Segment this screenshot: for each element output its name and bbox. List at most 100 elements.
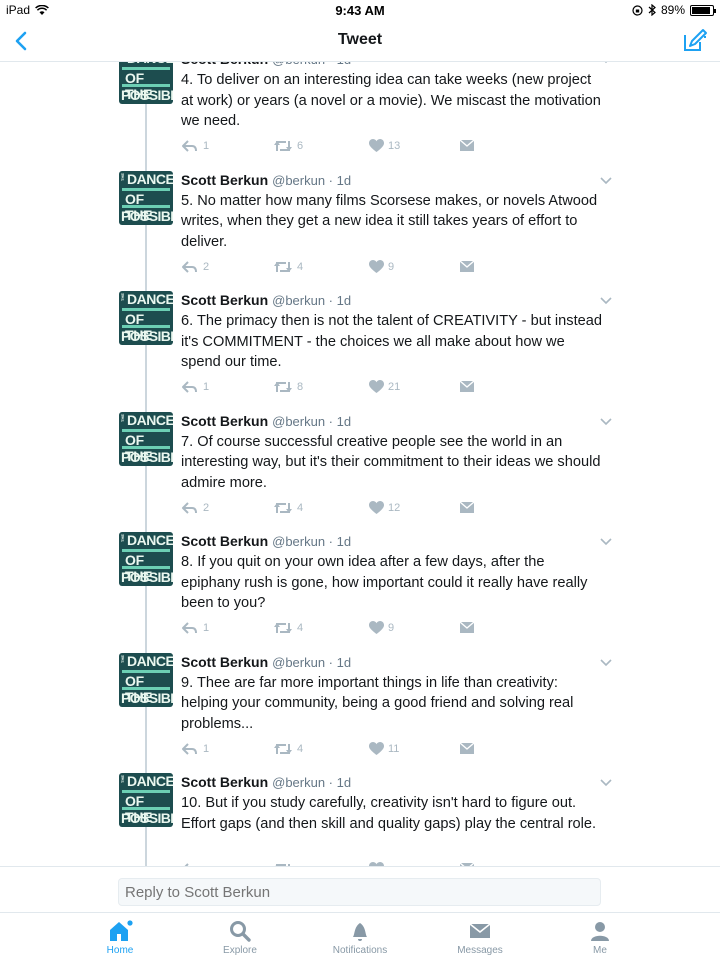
reply-input[interactable]	[118, 878, 601, 906]
tweet-actions: 2 4 9	[181, 259, 481, 276]
chevron-down-icon	[600, 538, 612, 546]
tweet-thread[interactable]: THEDANCEOF THEPOSSIBLEScott Berkun@berku…	[0, 62, 720, 866]
direct-message-button[interactable]	[459, 380, 475, 393]
direct-message-button[interactable]	[459, 500, 475, 514]
avatar[interactable]: THEDANCEOF THEPOSSIBLE	[119, 652, 173, 707]
tab-me[interactable]: Me	[555, 919, 645, 956]
retweet-icon	[274, 261, 292, 272]
tweet[interactable]: THEDANCEOF THEPOSSIBLE Scott Berkun@berku…	[0, 411, 720, 533]
tweet-options-button[interactable]	[599, 655, 613, 669]
retweet-button[interactable]: 4	[273, 621, 303, 635]
tweet-options-button[interactable]	[599, 293, 613, 307]
tweet[interactable]: THEDANCEOF THEPOSSIBLE Scott Berkun@berku…	[0, 652, 720, 774]
compose-button[interactable]	[682, 28, 708, 54]
tab-explore[interactable]: Explore	[195, 919, 285, 956]
reply-button[interactable]: 1	[181, 380, 209, 394]
like-count: 21	[388, 381, 401, 393]
envelope-icon	[469, 923, 491, 938]
author-name[interactable]: Scott Berkun	[181, 62, 268, 67]
author-name[interactable]: Scott Berkun	[181, 172, 268, 188]
retweet-button[interactable]: 4	[273, 501, 303, 515]
tweet-options-button[interactable]	[599, 775, 613, 789]
like-button[interactable]: 21	[369, 380, 400, 394]
direct-message-icon	[459, 380, 475, 392]
tab-label: Explore	[223, 945, 257, 956]
tweet-options-button[interactable]	[599, 62, 613, 66]
author-name[interactable]: Scott Berkun	[181, 533, 268, 549]
heart-icon	[369, 139, 384, 152]
tab-label: Notifications	[332, 945, 388, 956]
avatar-logo-dance: DANCE	[127, 62, 173, 66]
tweet-header: Scott Berkun@berkun · 1d	[181, 653, 613, 672]
avatar[interactable]: THEDANCEOF THEPOSSIBLE	[119, 291, 173, 345]
tweet-options-button[interactable]	[599, 173, 613, 187]
reply-count: 1	[203, 381, 210, 393]
tweet-options-button[interactable]	[599, 534, 613, 548]
retweet-button[interactable]: 8	[273, 380, 303, 394]
direct-message-button[interactable]	[459, 139, 475, 152]
avatar[interactable]: THEDANCEOF THEPOSSIBLE	[119, 170, 173, 225]
reply-button[interactable]: 1	[181, 139, 209, 153]
retweet-button[interactable]: 4	[273, 742, 303, 756]
bell-icon	[353, 923, 367, 941]
like-button[interactable]: 11	[369, 741, 400, 756]
tweet[interactable]: THEDANCEOF THEPOSSIBLE Scott Berkun@berku…	[0, 170, 720, 292]
direct-message-button[interactable]	[459, 621, 475, 634]
author-name[interactable]: Scott Berkun	[181, 413, 268, 429]
like-count: 11	[388, 742, 400, 755]
tweet-body: Scott Berkun @berkun · 1d 4. To deliver on…	[181, 62, 613, 152]
tweet[interactable]: THEDANCEOF THEPOSSIBLEScott Berkun@berku…	[0, 773, 720, 866]
tab-messages[interactable]: Messages	[435, 919, 525, 956]
reply-icon	[182, 622, 197, 634]
direct-message-icon	[459, 621, 475, 633]
tweet-text: 10. But if you study carefully, creativi…	[181, 795, 597, 832]
like-button[interactable]: 9	[369, 621, 394, 635]
retweet-count: 4	[297, 260, 304, 273]
tweet-options-button[interactable]	[599, 414, 613, 428]
avatar[interactable]: THEDANCEOF THEPOSSIBLE	[119, 62, 173, 104]
retweet-button[interactable]: 4	[273, 260, 303, 274]
like-button[interactable]: 12	[369, 500, 400, 515]
orientation-lock-icon	[632, 4, 643, 16]
direct-message-button[interactable]	[459, 259, 475, 273]
author-handle-time: @berkun · 1d	[272, 172, 352, 188]
retweet-icon	[274, 502, 292, 513]
direct-message-icon	[459, 500, 475, 513]
chevron-down-icon	[604, 62, 608, 64]
retweet-button[interactable]: 6	[273, 139, 303, 153]
tab-label: Messages	[457, 945, 503, 956]
reply-button[interactable]: 1	[181, 742, 209, 756]
tab-notifications[interactable]: Notifications	[315, 919, 405, 956]
status-bar: iPad 9:43 AM 89%	[0, 0, 720, 20]
tweet[interactable]: THEDANCEOF THEPOSSIBLEScott Berkun@berku…	[0, 62, 720, 171]
reply-button[interactable]: 1	[181, 621, 209, 635]
heart-icon	[369, 621, 384, 634]
direct-message-icon	[459, 741, 475, 754]
author-name[interactable]: Scott Berkun	[181, 654, 268, 670]
avatar[interactable]: THEDANCEOF THEPOSSIBLE	[119, 773, 173, 827]
author-name[interactable]: Scott Berkun	[181, 774, 268, 790]
like-button[interactable]: 13	[369, 139, 400, 153]
chevron-down-icon	[600, 779, 612, 787]
tweet[interactable]: THEDANCEOF THEPOSSIBLEScott Berkun@berku…	[0, 532, 720, 653]
tab-home[interactable]: Home	[75, 919, 165, 956]
reply-button[interactable]: 2	[181, 501, 209, 515]
author-name[interactable]: Scott Berkun	[181, 292, 268, 308]
tweet-actions: 1 6 13	[181, 139, 481, 155]
avatar-logo-possible: POSSIBLE	[121, 689, 173, 706]
tweet-text: 4. To deliver on an interesting idea can…	[181, 72, 601, 129]
tweet-list: THEDANCEOF THEPOSSIBLEScott Berkun@berku…	[0, 62, 720, 866]
status-time: 9:43 AM	[335, 3, 385, 18]
direct-message-button[interactable]	[459, 741, 475, 755]
tab-label: Me	[593, 945, 607, 956]
direct-message-icon	[459, 139, 475, 151]
like-count: 9	[388, 622, 395, 634]
tweet[interactable]: THEDANCEOF THEPOSSIBLEScott Berkun@berku…	[0, 291, 720, 412]
like-button[interactable]: 9	[369, 259, 394, 274]
avatar[interactable]: THEDANCEOF THEPOSSIBLE	[119, 532, 173, 586]
author-handle-time: @berkun · 1d	[272, 413, 352, 429]
reply-button[interactable]: 2	[181, 260, 209, 274]
heart-icon	[369, 741, 384, 755]
avatar[interactable]: THEDANCEOF THEPOSSIBLE	[119, 411, 173, 466]
reply-bar	[0, 866, 720, 912]
